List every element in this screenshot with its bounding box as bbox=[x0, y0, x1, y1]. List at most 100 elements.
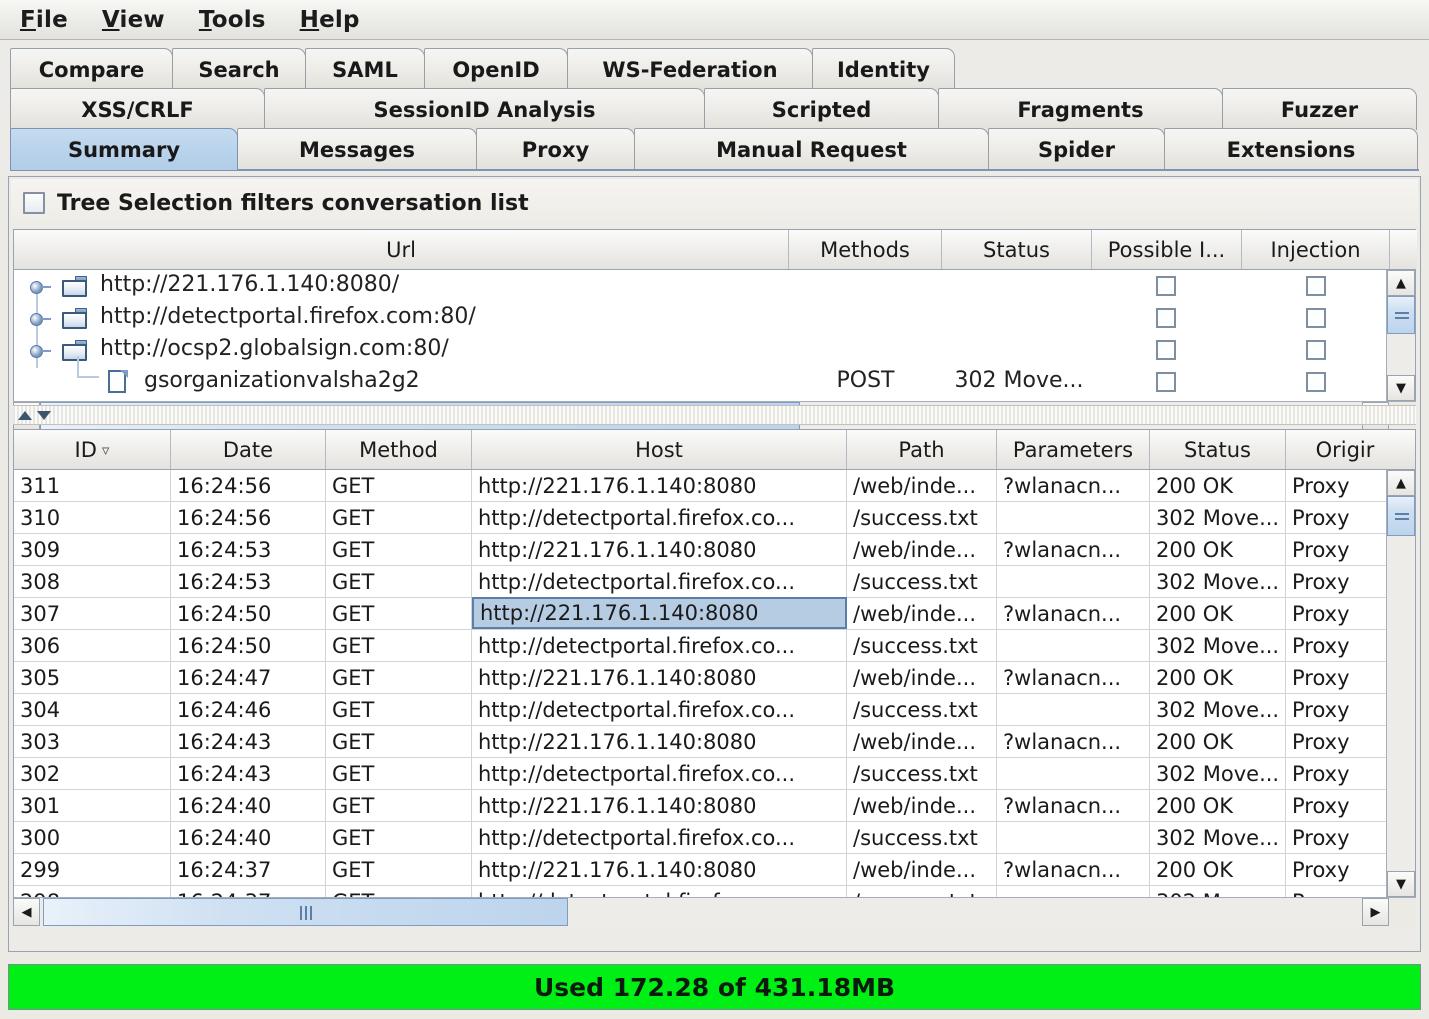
tab-openid[interactable]: OpenID bbox=[424, 48, 568, 90]
cell-status[interactable]: 200 OK bbox=[1150, 534, 1286, 565]
tab-saml[interactable]: SAML bbox=[305, 48, 425, 90]
tree-possible-injection-checkbox[interactable] bbox=[1156, 340, 1176, 360]
menu-item-view[interactable]: View bbox=[88, 5, 179, 35]
cell-parameters[interactable]: ?wlanacn... bbox=[997, 598, 1150, 629]
cell-status[interactable]: 200 OK bbox=[1150, 854, 1286, 885]
cell-date[interactable]: 16:24:53 bbox=[171, 534, 326, 565]
cell-parameters[interactable]: ?wlanacn... bbox=[997, 854, 1150, 885]
conversation-vertical-scrollbar[interactable]: ▲ ▼ bbox=[1386, 470, 1415, 897]
cell-host[interactable]: http://221.176.1.140:8080 bbox=[472, 597, 847, 629]
cell-status[interactable]: 200 OK bbox=[1150, 470, 1286, 501]
tab-manual-request[interactable]: Manual Request bbox=[634, 128, 989, 170]
tree-col-url[interactable]: Url bbox=[14, 230, 789, 269]
cell-date[interactable]: 16:24:37 bbox=[171, 886, 326, 897]
cell-path[interactable]: /web/inde... bbox=[847, 598, 997, 629]
cell-origin[interactable]: Proxy bbox=[1286, 822, 1388, 853]
cell-status[interactable]: 200 OK bbox=[1150, 726, 1286, 757]
tab-compare[interactable]: Compare bbox=[10, 48, 173, 90]
conv-scroll-left-button[interactable]: ◀ bbox=[13, 898, 40, 926]
cell-path[interactable]: /web/inde... bbox=[847, 662, 997, 693]
cell-origin[interactable]: Proxy bbox=[1286, 758, 1388, 789]
tab-messages[interactable]: Messages bbox=[237, 128, 477, 170]
cell-method[interactable]: GET bbox=[326, 694, 472, 725]
cell-origin[interactable]: Proxy bbox=[1286, 534, 1388, 565]
cell-path[interactable]: /web/inde... bbox=[847, 854, 997, 885]
cell-parameters[interactable] bbox=[997, 822, 1150, 853]
cell-origin[interactable]: Proxy bbox=[1286, 854, 1388, 885]
cell-host[interactable]: http://detectportal.firefox.co... bbox=[472, 758, 847, 789]
tree-possible-injection-checkbox[interactable] bbox=[1156, 372, 1176, 392]
table-row[interactable]: 305 16:24:47 GET http://221.176.1.140:8080/… bbox=[14, 662, 1388, 694]
cell-date[interactable]: 16:24:43 bbox=[171, 726, 326, 757]
cell-parameters[interactable] bbox=[997, 758, 1150, 789]
cell-status[interactable]: 200 OK bbox=[1150, 662, 1286, 693]
cell-status[interactable]: 302 Move... bbox=[1150, 502, 1286, 533]
cell-id[interactable]: 309 bbox=[14, 534, 171, 565]
cell-path[interactable]: /web/inde... bbox=[847, 470, 997, 501]
cell-id[interactable]: 305 bbox=[14, 662, 171, 693]
cell-status[interactable]: 200 OK bbox=[1150, 598, 1286, 629]
conv-hscroll-thumb[interactable] bbox=[43, 898, 568, 926]
split-collapse-down-icon[interactable] bbox=[37, 410, 51, 420]
cell-origin[interactable]: Proxy bbox=[1286, 726, 1388, 757]
tab-scripted[interactable]: Scripted bbox=[704, 88, 939, 130]
cell-parameters[interactable] bbox=[997, 630, 1150, 661]
cell-host[interactable]: http://detectportal.firefox.co... bbox=[472, 822, 847, 853]
cell-host[interactable]: http://221.176.1.140:8080 bbox=[472, 534, 847, 565]
cell-date[interactable]: 16:24:50 bbox=[171, 598, 326, 629]
cell-parameters[interactable]: ?wlanacn... bbox=[997, 534, 1150, 565]
tree-col-possible-injection[interactable]: Possible I... bbox=[1092, 230, 1242, 269]
tree-scroll-up-button[interactable]: ▲ bbox=[1387, 270, 1415, 296]
conv-col-host[interactable]: Host bbox=[472, 430, 847, 469]
conv-scroll-right-button[interactable]: ▶ bbox=[1362, 898, 1389, 926]
tree-col-injection[interactable]: Injection bbox=[1242, 230, 1390, 269]
table-row[interactable]: 304 16:24:46 GET http://detectportal.firefo… bbox=[14, 694, 1388, 726]
cell-parameters[interactable] bbox=[997, 694, 1150, 725]
conv-col-origin[interactable]: Origir bbox=[1286, 430, 1404, 469]
cell-parameters[interactable]: ?wlanacn... bbox=[997, 790, 1150, 821]
cell-parameters[interactable]: ?wlanacn... bbox=[997, 470, 1150, 501]
cell-host[interactable]: http://221.176.1.140:8080 bbox=[472, 470, 847, 501]
cell-path[interactable]: /success.txt bbox=[847, 502, 997, 533]
cell-origin[interactable]: Proxy bbox=[1286, 566, 1388, 597]
conv-col-id[interactable]: ID ▿ bbox=[14, 430, 171, 469]
tree-expand-handle-icon[interactable] bbox=[30, 276, 51, 294]
cell-origin[interactable]: Proxy bbox=[1286, 630, 1388, 661]
cell-path[interactable]: /success.txt bbox=[847, 822, 997, 853]
cell-method[interactable]: GET bbox=[326, 822, 472, 853]
tree-injection-checkbox[interactable] bbox=[1306, 372, 1326, 392]
cell-date[interactable]: 16:24:46 bbox=[171, 694, 326, 725]
cell-method[interactable]: GET bbox=[326, 470, 472, 501]
tab-fragments[interactable]: Fragments bbox=[938, 88, 1223, 130]
cell-method[interactable]: GET bbox=[326, 566, 472, 597]
cell-status[interactable]: 302 Move... bbox=[1150, 758, 1286, 789]
tab-identity[interactable]: Identity bbox=[812, 48, 955, 90]
conv-scroll-down-button[interactable]: ▼ bbox=[1387, 871, 1415, 897]
cell-id[interactable]: 308 bbox=[14, 566, 171, 597]
cell-origin[interactable]: Proxy bbox=[1286, 694, 1388, 725]
cell-origin[interactable]: Proxy bbox=[1286, 470, 1388, 501]
cell-path[interactable]: /web/inde... bbox=[847, 726, 997, 757]
tab-ws-federation[interactable]: WS-Federation bbox=[567, 48, 813, 90]
cell-parameters[interactable] bbox=[997, 886, 1150, 897]
conversation-horizontal-scrollbar[interactable]: ◀ ▶ bbox=[13, 897, 1416, 926]
cell-method[interactable]: GET bbox=[326, 630, 472, 661]
cell-parameters[interactable] bbox=[997, 566, 1150, 597]
cell-origin[interactable]: Proxy bbox=[1286, 662, 1388, 693]
tab-sessionid-analysis[interactable]: SessionID Analysis bbox=[264, 88, 705, 130]
conv-col-method[interactable]: Method bbox=[326, 430, 472, 469]
tree-scroll-down-button[interactable]: ▼ bbox=[1387, 375, 1415, 401]
tab-spider[interactable]: Spider bbox=[988, 128, 1165, 170]
cell-id[interactable]: 303 bbox=[14, 726, 171, 757]
cell-host[interactable]: http://detectportal.firefox.co... bbox=[472, 502, 847, 533]
cell-path[interactable]: /success.txt bbox=[847, 758, 997, 789]
cell-status[interactable]: 302 Move... bbox=[1150, 630, 1286, 661]
table-row[interactable]: 311 16:24:56 GET http://221.176.1.140:8080/… bbox=[14, 470, 1388, 502]
tree-row[interactable]: http://detectportal.firefox.com:80/ bbox=[14, 302, 1388, 334]
table-row[interactable]: 300 16:24:40 GET http://detectportal.firefo… bbox=[14, 822, 1388, 854]
cell-status[interactable]: 302 Move... bbox=[1150, 694, 1286, 725]
cell-path[interactable]: /web/inde... bbox=[847, 534, 997, 565]
cell-method[interactable]: GET bbox=[326, 502, 472, 533]
conv-vscroll-thumb[interactable] bbox=[1387, 496, 1415, 536]
cell-origin[interactable]: Proxy bbox=[1286, 886, 1388, 898]
